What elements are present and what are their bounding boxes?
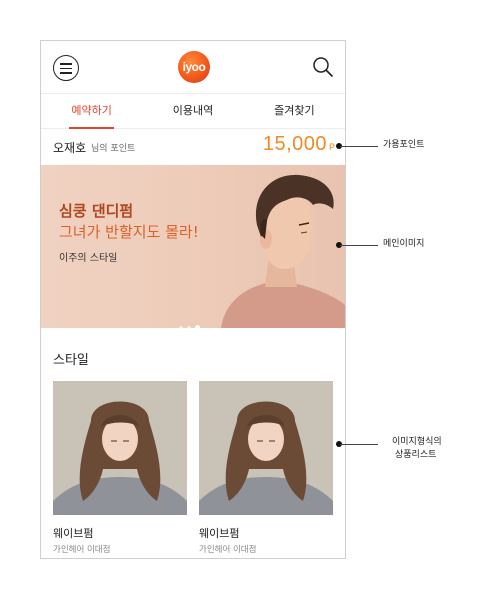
style-section-title: 스타일 (53, 353, 89, 368)
style-shop: 가인헤어 이대점 (199, 545, 257, 555)
user-name: 오재호 (53, 141, 87, 155)
banner-model-image (221, 174, 345, 328)
banner-tagline: 그녀가 반할지도 몰라! (59, 223, 199, 241)
annotation-line (340, 444, 378, 445)
style-card[interactable]: 웨이브펌 가인헤어 이대점 (199, 381, 333, 555)
style-name: 웨이브펌 (199, 527, 240, 540)
main-banner[interactable]: 심쿵 댄디펌 그녀가 반할지도 몰라! 이주의 스타일 (41, 165, 345, 328)
banner-pagination (179, 315, 204, 328)
points-row: 오재호 님의 포인트 15,000 P (41, 129, 345, 165)
banner-headline: 심쿵 댄디펌 (59, 202, 134, 220)
style-photo (53, 381, 187, 515)
style-card[interactable]: 웨이브펌 가인헤어 이대점 (53, 381, 187, 555)
annotation-points: 가용포인트 (383, 140, 425, 150)
top-bar: iyoo (41, 41, 345, 93)
annotation-list-line2: 상품리스트 (395, 450, 437, 460)
pagination-dot[interactable] (179, 326, 183, 328)
annotation-list-line1: 이미지형식의 (392, 437, 442, 447)
points-suffix: 님의 포인트 (91, 144, 136, 154)
pagination-dot[interactable] (187, 326, 191, 328)
points-unit: P (328, 142, 335, 152)
tab-favorites[interactable]: 즐겨찾기 (244, 94, 345, 128)
style-shop: 가인헤어 이대점 (53, 545, 111, 555)
banner-subtitle: 이주의 스타일 (59, 253, 118, 264)
tab-history[interactable]: 이용내역 (142, 94, 243, 128)
annotation-line (340, 146, 378, 147)
annotation-line (340, 245, 378, 246)
menu-icon[interactable] (53, 55, 79, 81)
points-value: 15,000 (262, 133, 327, 155)
annotation-main-image: 메인이미지 (383, 239, 425, 249)
tab-bar: 예약하기 이용내역 즐겨찾기 (41, 93, 345, 129)
search-icon[interactable] (312, 56, 334, 78)
style-name: 웨이브펌 (53, 527, 94, 540)
brand-logo[interactable]: iyoo (178, 51, 210, 83)
phone-frame: iyoo 예약하기 이용내역 즐겨찾기 오재호 님의 포인트 15,000 P … (40, 40, 346, 559)
tab-reservation[interactable]: 예약하기 (41, 94, 142, 129)
pagination-dot-active[interactable] (195, 325, 200, 328)
style-photo (199, 381, 333, 515)
